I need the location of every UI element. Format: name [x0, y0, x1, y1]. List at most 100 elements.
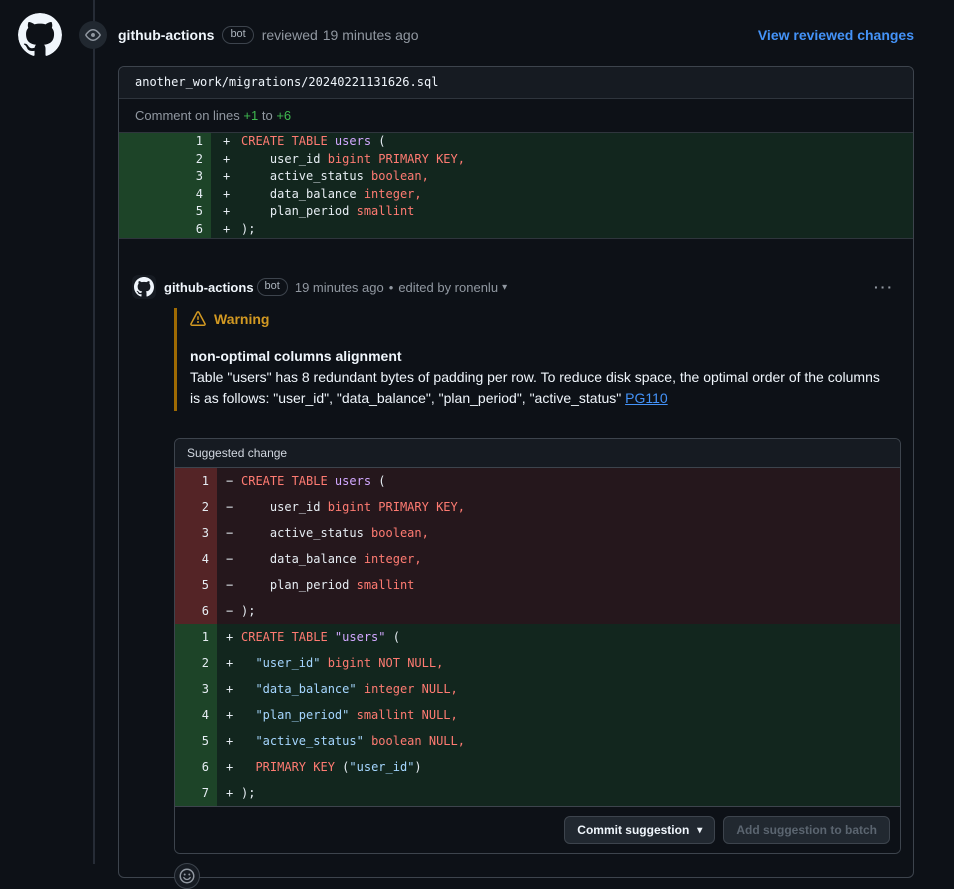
review-author[interactable]: github-actions	[118, 27, 214, 43]
code-token: CREATE TABLE	[241, 474, 335, 488]
comment-avatar[interactable]	[132, 275, 156, 299]
meta-separator: •	[389, 280, 394, 295]
code-token: data_balance	[241, 187, 364, 201]
line-number: 5	[175, 572, 217, 598]
warning-body: Table "users" has 8 redundant bytes of p…	[190, 367, 885, 409]
line-number: 6	[175, 754, 217, 780]
diff-line: 4− data_balance integer,	[175, 546, 900, 572]
code-line: + plan_period smallint	[211, 203, 913, 221]
warning-label-row: Warning	[190, 311, 901, 327]
diff-sign: −	[226, 494, 241, 520]
add-suggestion-to-batch-button[interactable]: Add suggestion to batch	[723, 816, 890, 844]
file-path[interactable]: another_work/migrations/20240221131626.s…	[119, 67, 913, 99]
suggestion-deleted-block: 1−CREATE TABLE users (2− user_id bigint …	[175, 468, 900, 624]
code-token: (	[335, 760, 349, 774]
code-line: + active_status boolean,	[211, 168, 913, 186]
code-token: PRIMARY KEY	[255, 760, 334, 774]
code-line: + "active_status" boolean NULL,	[217, 728, 900, 754]
code-token: user_id	[241, 500, 328, 514]
range-prefix: Comment on lines	[135, 108, 240, 123]
commit-suggestion-label: Commit suggestion	[577, 823, 689, 837]
line-number: 3	[119, 168, 211, 186]
diff-sign: +	[223, 151, 241, 169]
diff-line: 1+CREATE TABLE users (	[119, 133, 913, 151]
diff-line: 3+ "data_balance" integer NULL,	[175, 676, 900, 702]
diff-sign: −	[226, 598, 241, 624]
line-number: 1	[175, 624, 217, 650]
kebab-menu-icon[interactable]: ···	[874, 279, 894, 295]
diff-sign: +	[223, 203, 241, 221]
line-number: 1	[119, 133, 211, 151]
code-line: +CREATE TABLE users (	[211, 133, 913, 151]
line-number: 1	[175, 468, 217, 494]
code-token	[241, 708, 255, 722]
warning-body-text: Table "users" has 8 redundant bytes of p…	[190, 369, 880, 406]
code-token: (	[371, 134, 385, 148]
diff-line: 5+ "active_status" boolean NULL,	[175, 728, 900, 754]
line-number: 3	[175, 520, 217, 546]
bot-badge: bot	[222, 26, 253, 44]
commit-suggestion-button[interactable]: Commit suggestion ▾	[564, 816, 715, 844]
code-token	[241, 760, 255, 774]
diff-sign: −	[226, 546, 241, 572]
review-action: reviewed	[262, 27, 318, 43]
diff-sign: −	[226, 468, 241, 494]
pg110-link[interactable]: PG110	[625, 390, 668, 406]
code-token: "user_id"	[255, 656, 320, 670]
code-token: smallint	[357, 204, 415, 218]
diff-sign: +	[226, 754, 241, 780]
code-token: );	[241, 222, 255, 236]
code-line: + data_balance integer,	[211, 186, 913, 204]
code-token: (	[386, 630, 400, 644]
line-number: 7	[175, 780, 217, 806]
line-number: 2	[119, 151, 211, 169]
view-reviewed-changes-link[interactable]: View reviewed changes	[758, 27, 914, 43]
code-token: integer,	[364, 187, 422, 201]
line-number: 2	[175, 494, 217, 520]
add-reaction-button[interactable]	[174, 863, 200, 889]
review-timestamp[interactable]: 19 minutes ago	[323, 27, 419, 43]
diff-line: 2− user_id bigint PRIMARY KEY,	[175, 494, 900, 520]
code-token: users	[335, 134, 371, 148]
comment-body: Warning non-optimal columns alignment Ta…	[174, 308, 901, 889]
suggestion-footer: Commit suggestion ▾ Add suggestion to ba…	[175, 806, 900, 853]
code-token: bigint PRIMARY KEY,	[328, 500, 465, 514]
code-token	[357, 682, 364, 696]
code-line: − active_status boolean,	[217, 520, 900, 546]
diff-sign: +	[226, 702, 241, 728]
code-line: + user_id bigint PRIMARY KEY,	[211, 151, 913, 169]
code-token	[241, 734, 255, 748]
code-line: + "data_balance" integer NULL,	[217, 676, 900, 702]
code-token: active_status	[241, 169, 371, 183]
code-token: "active_status"	[255, 734, 363, 748]
code-line: +);	[217, 780, 900, 806]
code-token: bigint PRIMARY KEY,	[328, 152, 465, 166]
github-actions-avatar[interactable]	[18, 13, 62, 57]
code-token: integer,	[364, 552, 422, 566]
code-token: "data_balance"	[255, 682, 356, 696]
diff-line: 4+ "plan_period" smallint NULL,	[175, 702, 900, 728]
diff-line: 7+);	[175, 780, 900, 806]
diff-sign: −	[226, 520, 241, 546]
code-line: −);	[217, 598, 900, 624]
line-number: 6	[119, 221, 211, 239]
comment-author[interactable]: github-actions	[164, 280, 254, 295]
warning-alert: Warning non-optimal columns alignment Ta…	[174, 308, 901, 411]
code-token: data_balance	[241, 552, 364, 566]
code-token: "plan_period"	[255, 708, 349, 722]
comment-timestamp[interactable]: 19 minutes ago	[295, 280, 384, 295]
diff-sign: +	[226, 650, 241, 676]
code-token	[364, 734, 371, 748]
diff-line: 6+);	[119, 221, 913, 239]
eye-badge	[79, 21, 107, 49]
line-number: 4	[119, 186, 211, 204]
code-line: + PRIMARY KEY ("user_id")	[217, 754, 900, 780]
github-mark-icon	[134, 277, 154, 297]
chevron-down-icon[interactable]: ▾	[502, 282, 507, 293]
diff-line: 6−);	[175, 598, 900, 624]
code-token: boolean NULL,	[371, 734, 465, 748]
edited-by-toggle[interactable]: edited by ronenlu	[398, 280, 498, 295]
diff-sign: +	[226, 780, 241, 806]
diff-line: 3+ active_status boolean,	[119, 168, 913, 186]
code-line: − user_id bigint PRIMARY KEY,	[217, 494, 900, 520]
